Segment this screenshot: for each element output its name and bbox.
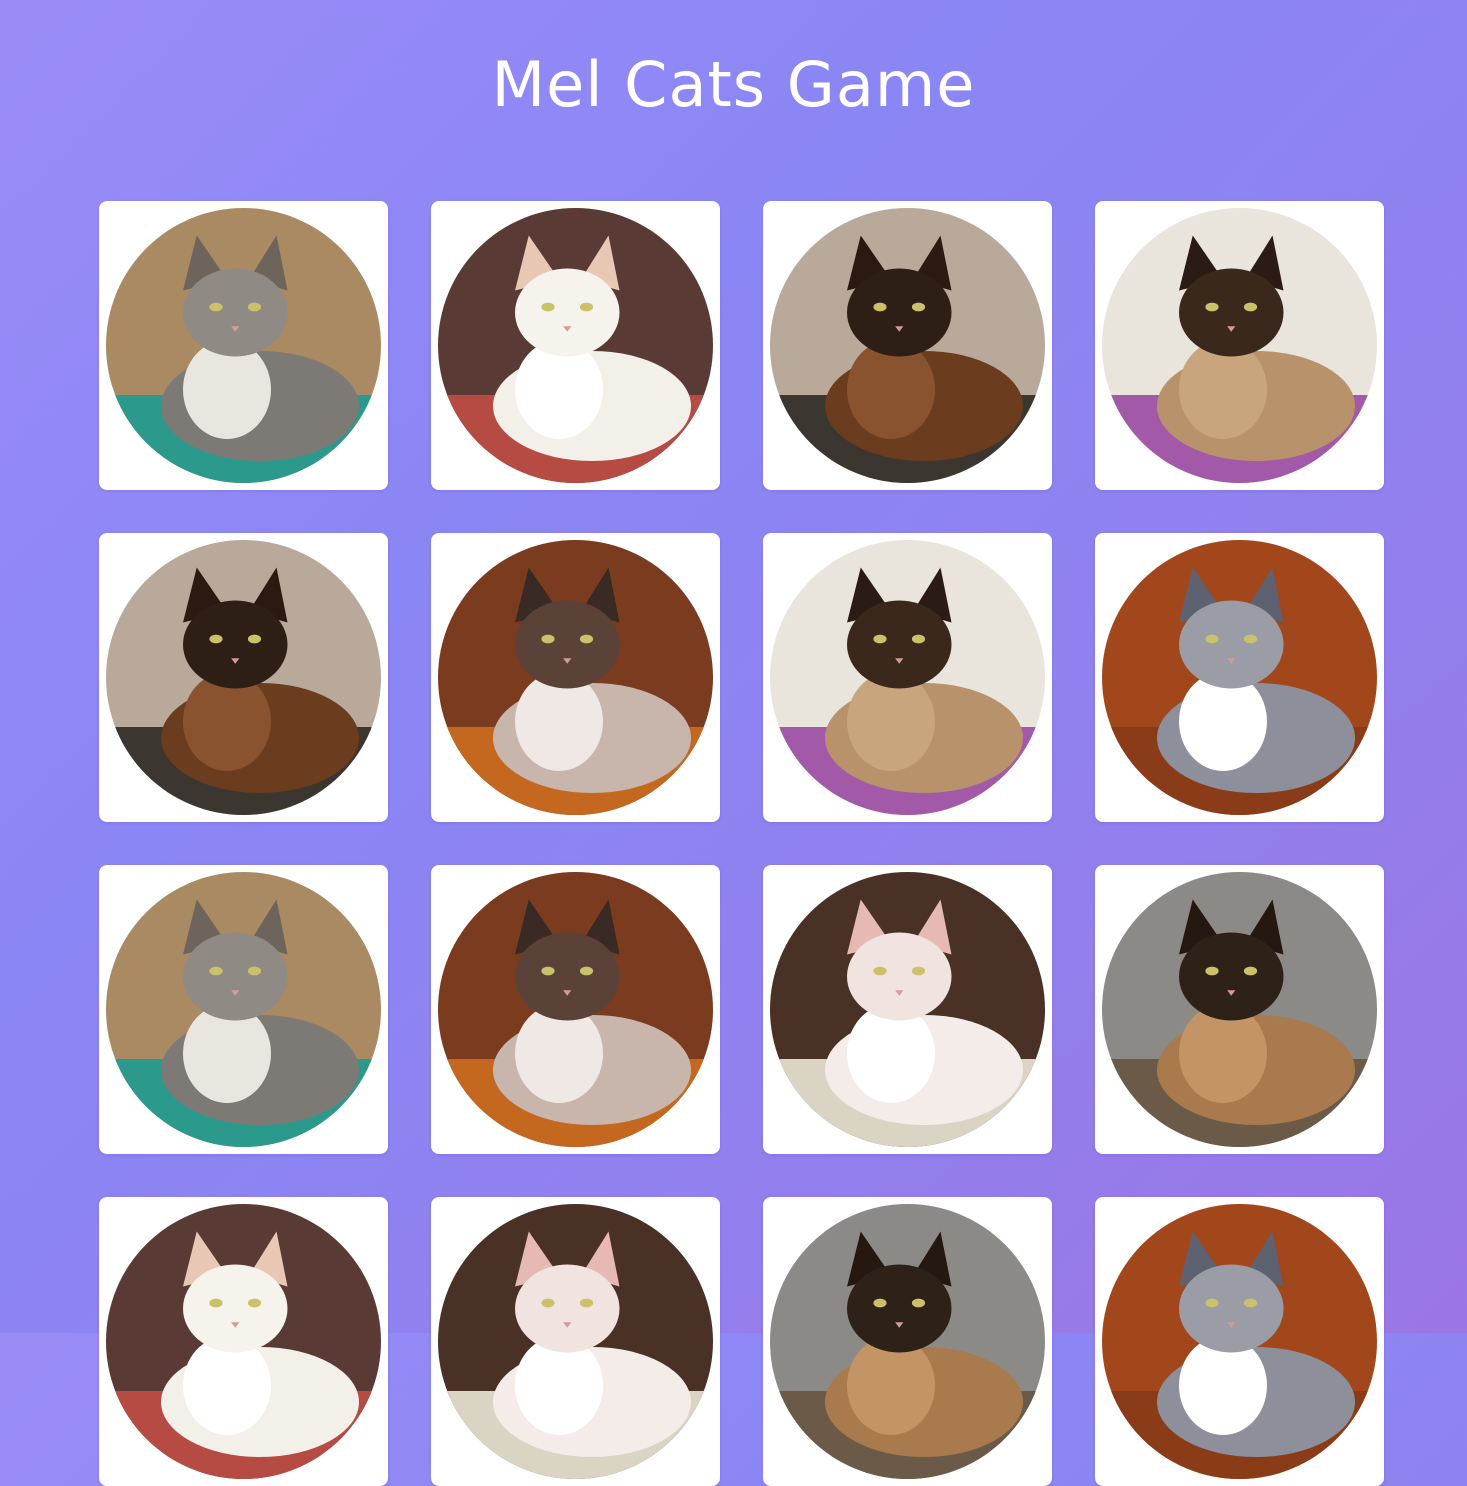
siamese-cat-balcony-photo	[106, 540, 381, 815]
game-card[interactable]	[763, 1197, 1052, 1486]
game-card[interactable]	[763, 201, 1052, 490]
white-cat-photo	[106, 1204, 381, 1479]
game-card[interactable]	[431, 201, 720, 490]
three-cats-floor-photo	[1102, 1204, 1377, 1479]
game-card[interactable]	[431, 533, 720, 822]
white-cat-paws-photo	[770, 872, 1045, 1147]
game-card[interactable]	[1095, 533, 1384, 822]
game-card[interactable]	[1095, 201, 1384, 490]
siamese-cat-flowers-photo	[1102, 872, 1377, 1147]
game-card[interactable]	[1095, 1197, 1384, 1486]
game-card[interactable]	[763, 533, 1052, 822]
game-card[interactable]	[99, 1197, 388, 1486]
siamese-cat-flowers-photo	[770, 1204, 1045, 1479]
three-cats-floor-photo	[1102, 540, 1377, 815]
blue-eyed-siamese-cat-photo	[438, 872, 713, 1147]
game-card[interactable]	[431, 1197, 720, 1486]
game-card[interactable]	[1095, 865, 1384, 1154]
game-card[interactable]	[763, 865, 1052, 1154]
white-cat-photo	[438, 208, 713, 483]
siamese-cat-bed-photo	[1102, 208, 1377, 483]
siamese-cat-balcony-photo	[770, 208, 1045, 483]
game-card[interactable]	[99, 865, 388, 1154]
page-title: Mel Cats Game	[491, 48, 976, 121]
game-card[interactable]	[431, 865, 720, 1154]
siamese-cat-bed-photo	[770, 540, 1045, 815]
grey-longhair-cat-photo	[106, 872, 381, 1147]
blue-eyed-siamese-cat-photo	[438, 540, 713, 815]
game-card[interactable]	[99, 201, 388, 490]
white-cat-paws-photo	[438, 1204, 713, 1479]
grey-longhair-cat-photo	[106, 208, 381, 483]
game-card[interactable]	[99, 533, 388, 822]
memory-game-board	[99, 201, 1384, 1486]
